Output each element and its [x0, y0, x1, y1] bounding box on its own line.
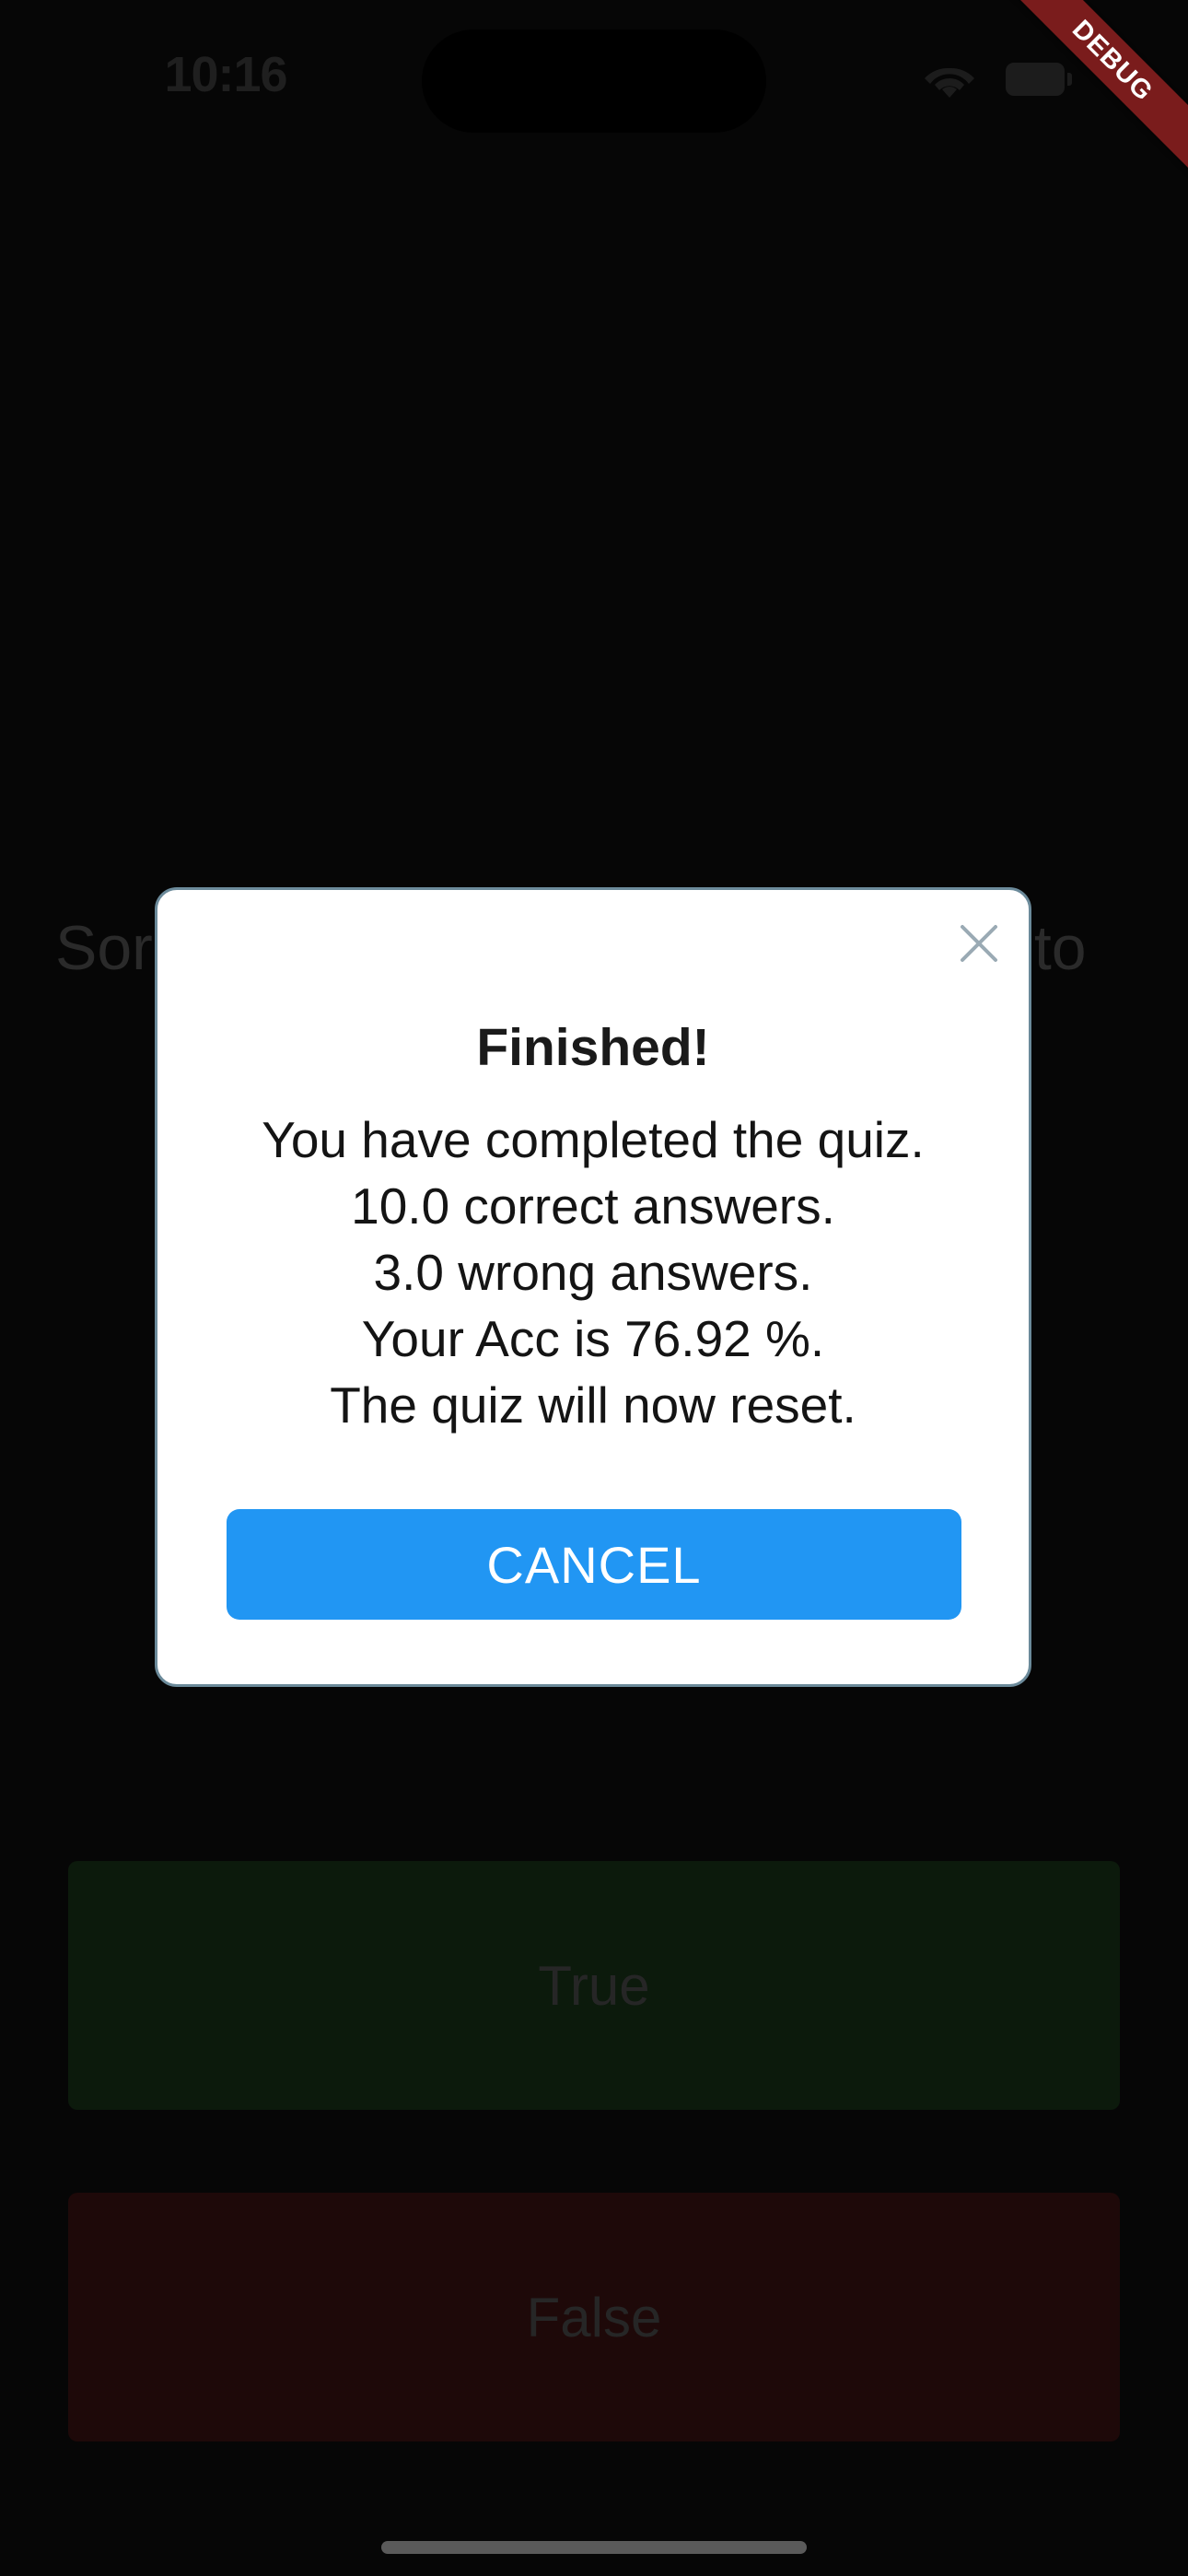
finished-dialog: Finished! You have completed the quiz. 1…: [155, 887, 1031, 1687]
status-time: 10:16: [164, 47, 287, 102]
false-button[interactable]: False: [68, 2193, 1120, 2441]
true-button-label: True: [538, 1954, 650, 2017]
battery-icon: [1006, 63, 1072, 96]
dialog-line-reset: The quiz will now reset.: [330, 1376, 856, 1434]
true-button[interactable]: True: [68, 1861, 1120, 2110]
false-button-label: False: [526, 2286, 662, 2348]
cancel-button[interactable]: CANCEL: [227, 1509, 961, 1620]
dialog-line-correct: 10.0 correct answers.: [351, 1177, 835, 1235]
close-icon[interactable]: [957, 921, 1001, 966]
question-text-left: Sor: [55, 913, 153, 983]
dialog-line-completed: You have completed the quiz.: [262, 1111, 925, 1168]
dialog-title: Finished!: [476, 1018, 710, 1077]
home-indicator[interactable]: [381, 2541, 807, 2554]
cancel-button-label: CANCEL: [486, 1535, 702, 1594]
dialog-message: You have completed the quiz. 10.0 correc…: [157, 1107, 1029, 1438]
wifi-icon: [921, 61, 978, 101]
dynamic-island: [422, 29, 766, 133]
dialog-line-wrong: 3.0 wrong answers.: [373, 1244, 813, 1301]
dialog-line-accuracy: Your Acc is 76.92 %.: [361, 1310, 825, 1367]
